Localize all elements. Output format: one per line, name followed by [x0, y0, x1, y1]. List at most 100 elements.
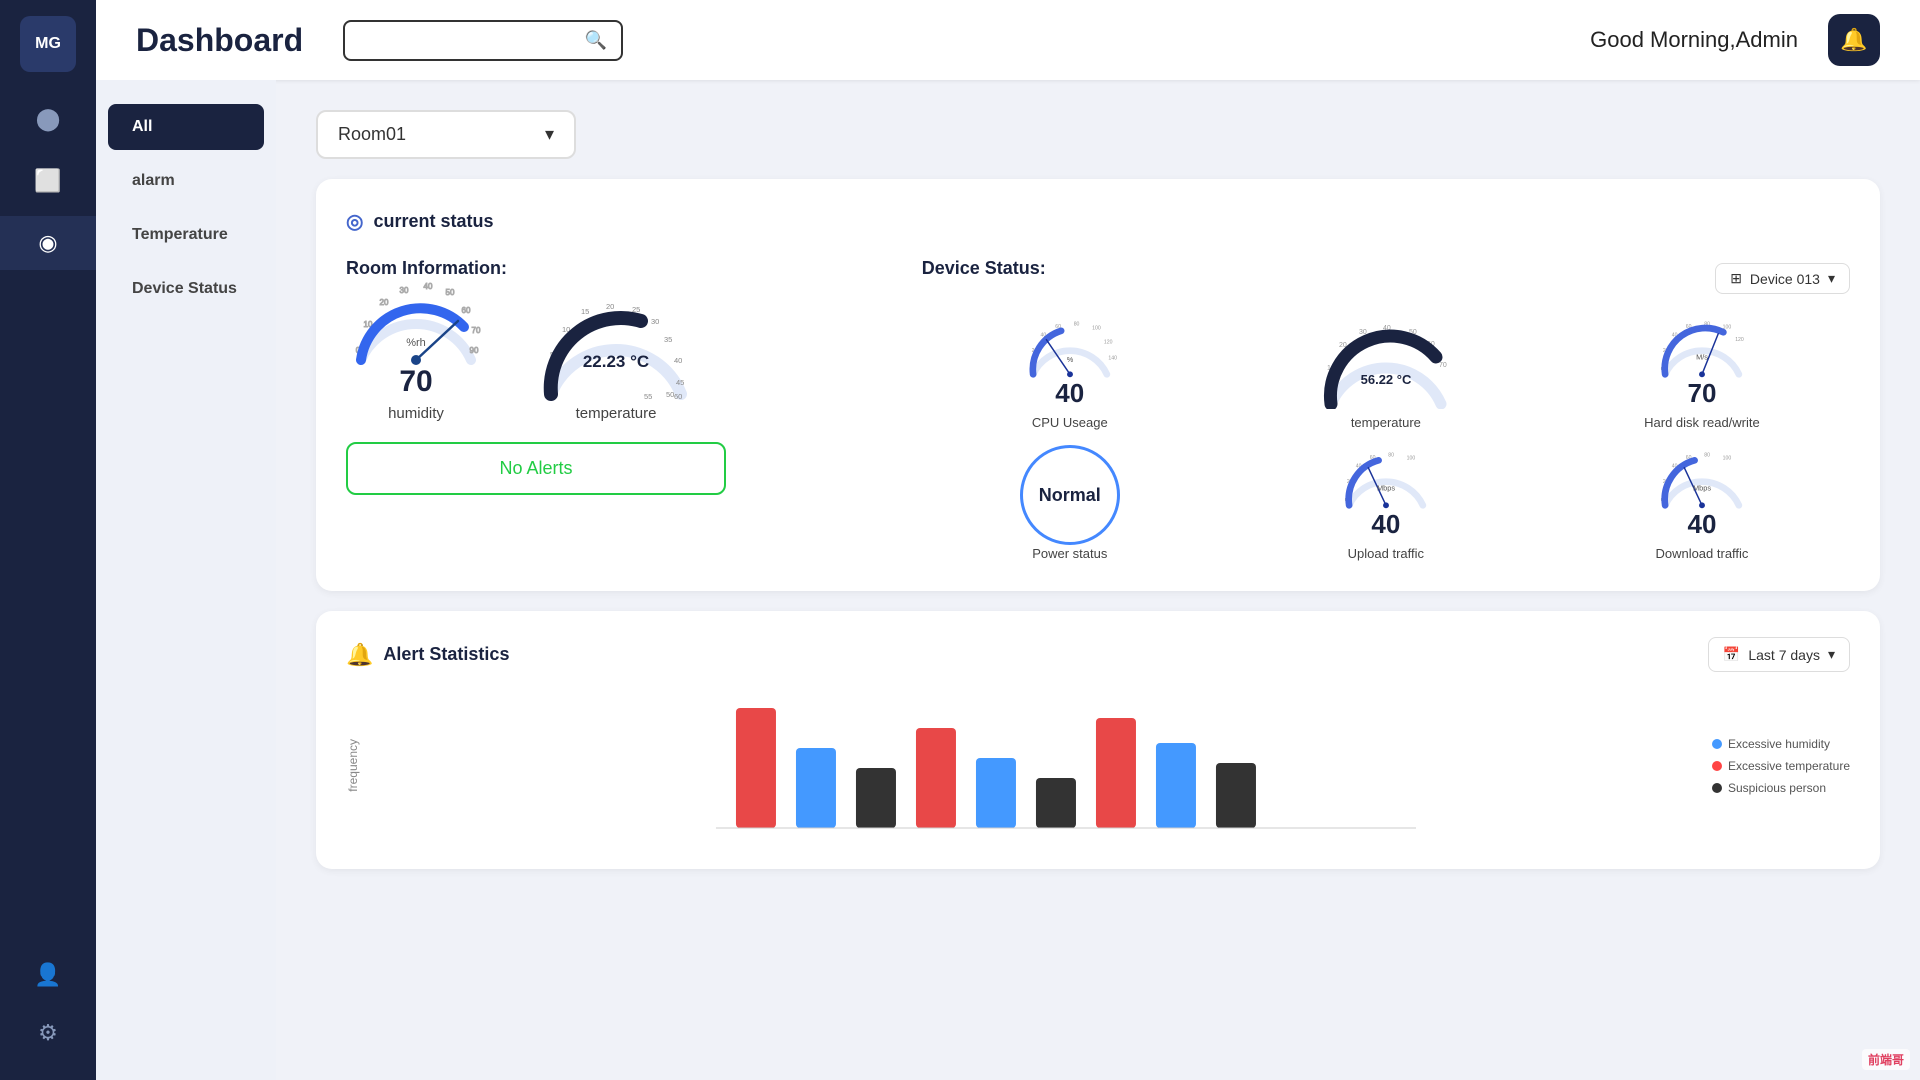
sidebar-item-monitor[interactable]: ⬜ [0, 154, 96, 208]
date-chevron-icon: ▾ [1828, 646, 1835, 663]
svg-text:100: 100 [1407, 456, 1416, 462]
legend-dot-temperature [1712, 761, 1722, 771]
upload-label: Upload traffic [1348, 546, 1424, 561]
room-info-section: Room Information: [346, 258, 862, 561]
upload-gauge-wrap: 02040 6080100 Mbps [1326, 450, 1446, 540]
sidebar-nav: ⬤ ⬜ ◉ [0, 92, 96, 270]
cpu-gauge-svg: 02040 6080100 120140 % [1010, 319, 1130, 378]
svg-text:45: 45 [676, 378, 684, 387]
nav-device-status-button[interactable]: Device Status [108, 266, 264, 312]
temperature-label: temperature [576, 405, 657, 422]
svg-text:%: % [1066, 355, 1073, 364]
page-title: Dashboard [136, 22, 303, 59]
sidebar-item-camera[interactable]: ⬤ [0, 92, 96, 146]
main-area: Dashboard 🔍 Good Morning,Admin 🔔 All ala… [96, 0, 1920, 1080]
svg-text:100: 100 [1092, 325, 1101, 331]
date-range-selector[interactable]: 📅 Last 7 days ▾ [1708, 637, 1850, 672]
cpu-label: CPU Useage [1032, 415, 1108, 430]
alert-statistics-panel: 🔔 Alert Statistics 📅 Last 7 days ▾ frequ… [316, 611, 1880, 869]
alert-bell-icon: 🔔 [346, 642, 373, 668]
power-label: Power status [1032, 546, 1107, 561]
svg-text:Mbps: Mbps [1377, 484, 1395, 493]
search-input[interactable] [359, 32, 577, 49]
power-value: Normal [1039, 485, 1101, 506]
upload-gauge-item: 02040 6080100 Mbps [1238, 450, 1534, 561]
temperature-gauge-container: 0 5 10 15 20 25 30 35 40 [536, 299, 696, 422]
disk-label: Hard disk read/write [1644, 415, 1760, 430]
room-dropdown[interactable]: Room01 ▾ [316, 110, 576, 159]
user-icon: 👤 [34, 962, 61, 988]
sidebar-item-chart[interactable]: ◉ [0, 216, 96, 270]
room-gauges-row: 0 10 20 30 40 50 60 70 9 [346, 299, 862, 422]
normal-power-circle: Normal [1020, 445, 1120, 545]
svg-text:60: 60 [674, 392, 682, 401]
svg-text:55: 55 [644, 392, 652, 401]
device-status-header: Device Status: ⊞ Device 013 ▾ [922, 258, 1850, 299]
legend-item-humidity: Excessive humidity [1712, 737, 1850, 751]
svg-text:60: 60 [462, 306, 471, 315]
room-selector-area: Room01 ▾ [316, 110, 1880, 159]
current-status-title: current status [373, 211, 493, 232]
humidity-gauge-svg: 0 10 20 30 40 50 60 70 9 [346, 275, 486, 365]
notification-bell-button[interactable]: 🔔 [1828, 14, 1880, 66]
calendar-icon: 📅 [1723, 646, 1740, 663]
greeting-text: Good Morning,Admin [1590, 27, 1798, 53]
svg-text:20: 20 [606, 302, 614, 311]
download-label: Download traffic [1655, 546, 1748, 561]
room-selected-value: Room01 [338, 124, 406, 145]
sidebar-item-settings[interactable]: ⚙ [0, 1006, 96, 1060]
svg-text:120: 120 [1104, 339, 1113, 345]
humidity-gauge-wrap: 0 10 20 30 40 50 60 70 9 [346, 299, 486, 399]
chart-icon: ◉ [38, 230, 57, 256]
disk-gauge-wrap: 02040 6080100 120 M/s [1642, 319, 1762, 409]
svg-text:120: 120 [1735, 337, 1744, 343]
device-temp-gauge-item: 01020 304050 6070 56.22 °C temperature [1238, 319, 1534, 430]
panel-title: ◎ current status [346, 209, 1850, 234]
content-area: Room01 ▾ ◎ current status Room Informati… [276, 80, 1920, 1080]
disk-gauge-item: 02040 6080100 120 M/s [1554, 319, 1850, 430]
device-gauges-grid: 02040 6080100 120140 % [922, 319, 1850, 561]
svg-text:30: 30 [651, 317, 659, 326]
chart-legend: Excessive humidity Excessive temperature… [1712, 737, 1850, 795]
device-temp-gauge-wrap: 01020 304050 6070 56.22 °C [1321, 319, 1451, 409]
device-selector-dropdown[interactable]: ⊞ Device 013 ▾ [1715, 263, 1850, 294]
sidebar: MG ⬤ ⬜ ◉ 👤 ⚙ [0, 0, 96, 1080]
download-value: 40 [1687, 509, 1716, 540]
cpu-gauge-item: 02040 6080100 120140 % [922, 319, 1218, 430]
humidity-label: humidity [388, 405, 444, 422]
cpu-value: 40 [1055, 378, 1084, 409]
nav-alarm-button[interactable]: alarm [108, 158, 264, 204]
chart-area: frequency [346, 688, 1850, 843]
device-temp-gauge-svg: 01020 304050 6070 56.22 °C [1321, 324, 1451, 409]
device-grid-icon: ⊞ [1730, 270, 1742, 287]
device-temp-label: temperature [1351, 415, 1421, 430]
legend-item-person: Suspicious person [1712, 781, 1850, 795]
cpu-gauge-wrap: 02040 6080100 120140 % [1010, 319, 1130, 409]
svg-text:90: 90 [470, 346, 479, 355]
legend-label-humidity: Excessive humidity [1728, 737, 1830, 751]
search-box[interactable]: 🔍 [343, 20, 623, 61]
legend-label-person: Suspicious person [1728, 781, 1826, 795]
temperature-gauge-wrap: 0 5 10 15 20 25 30 35 40 [536, 299, 696, 399]
alert-stats-label: Alert Statistics [383, 644, 509, 665]
upload-value: 40 [1371, 509, 1400, 540]
chart-svg-wrap [400, 688, 1672, 843]
humidity-value: 70 [399, 365, 432, 399]
download-gauge-svg: 02040 6080100 Mbps [1642, 450, 1762, 509]
nav-temperature-button[interactable]: Temperature [108, 212, 264, 258]
nav-all-button[interactable]: All [108, 104, 264, 150]
device-chevron-icon: ▾ [1828, 270, 1835, 287]
power-gauge-item: Normal Power status [922, 450, 1218, 561]
legend-dot-humidity [1712, 739, 1722, 749]
status-icon: ◎ [346, 209, 363, 234]
legend-dot-person [1712, 783, 1722, 793]
alert-chart-svg [400, 688, 1672, 838]
camera-icon: ⬤ [36, 106, 61, 132]
temperature-gauge-svg: 0 5 10 15 20 25 30 35 40 [536, 299, 696, 399]
sidebar-bottom: 👤 ⚙ [0, 948, 96, 1080]
svg-text:M/s: M/s [1696, 353, 1708, 362]
humidity-unit-label: %rh [406, 337, 426, 349]
svg-text:30: 30 [400, 286, 409, 295]
sidebar-item-user[interactable]: 👤 [0, 948, 96, 1002]
svg-text:70: 70 [472, 326, 481, 335]
